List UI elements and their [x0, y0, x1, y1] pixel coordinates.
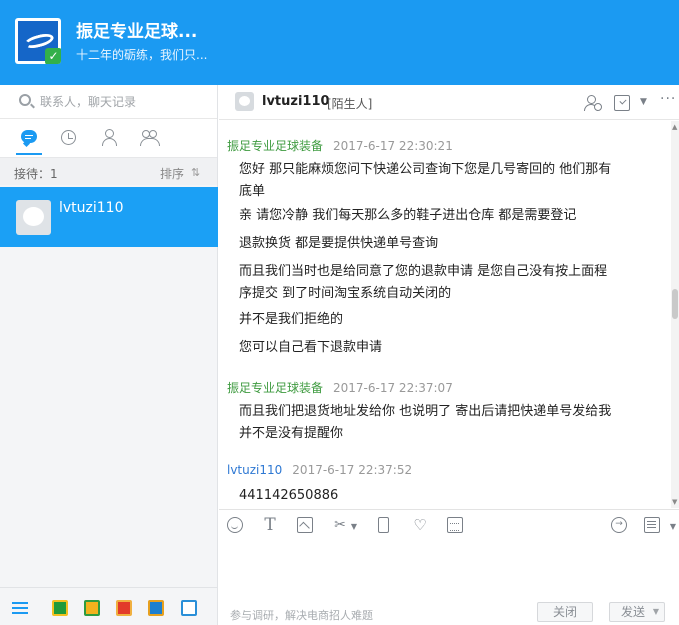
scroll-up-icon[interactable]: ▲	[672, 123, 677, 131]
chat-bubble-icon	[21, 130, 37, 143]
search-bar	[0, 85, 217, 119]
contact-item-selected[interactable]: lvtuzi110	[0, 187, 218, 247]
window-icon[interactable]	[181, 600, 197, 616]
window-header: ✓ 振足专业足球... 十二年的砺练，我们只...	[0, 0, 679, 85]
more-icon[interactable]: ···	[660, 91, 676, 107]
app-yellow-icon[interactable]	[84, 600, 100, 616]
scroll-down-icon[interactable]: ▼	[672, 498, 677, 506]
search-input[interactable]	[40, 92, 210, 112]
image-icon[interactable]	[297, 517, 313, 533]
screenshot-icon[interactable]: ✂	[332, 517, 348, 533]
tab-contacts[interactable]	[99, 127, 121, 149]
message-text: 并不是我们拒绝的	[239, 312, 344, 327]
message-scrollbar[interactable]: ▲ ▼	[671, 121, 679, 508]
tab-history[interactable]	[58, 127, 80, 149]
sort-button[interactable]: 排序	[160, 165, 184, 182]
send-label: 发送	[621, 605, 646, 619]
message-meta: lvtuzi110 2017-6-17 22:37:52	[227, 463, 412, 477]
shop-icon[interactable]	[116, 600, 132, 616]
avatar	[16, 200, 51, 235]
add-contact-icon[interactable]	[584, 95, 602, 111]
composer-toolbar: T ✂ ▼ ♡ → ▼	[219, 509, 679, 539]
queue-label: 接待：1	[14, 167, 58, 181]
message-input[interactable]	[219, 539, 679, 595]
calculator-icon[interactable]	[447, 517, 463, 533]
message-text: 而且我们把退货地址发给你 也说明了 寄出后请把快递单号发给我 并不是没有提醒你	[239, 404, 612, 441]
message-text: 亲 请您冷静 我们每天那么多的鞋子进出仓库 都是需要登记	[239, 208, 577, 223]
message-time: 2017-6-17 22:37:52	[292, 463, 413, 477]
shop-logo[interactable]: ✓	[15, 18, 61, 64]
shop-name[interactable]: 振足专业足球...	[76, 17, 197, 42]
survey-link[interactable]: 参与调研，解决电商招人难题	[230, 607, 373, 623]
shop-subtitle: 十二年的砺练，我们只...	[76, 48, 208, 62]
contact-name: lvtuzi110	[59, 200, 124, 216]
sort-icon[interactable]: ⇅	[191, 166, 200, 179]
message-list: 振足专业足球装备 2017-6-17 22:30:21 您好 那只能麻烦您问下快递…	[219, 121, 671, 508]
clock-icon	[61, 130, 76, 145]
peer-avatar	[235, 92, 254, 111]
message-time: 2017-6-17 22:37:07	[333, 381, 453, 395]
verified-check-icon: ✓	[45, 48, 61, 64]
search-icon	[19, 94, 31, 106]
chevron-down-icon[interactable]: ▼	[653, 603, 659, 621]
bottom-dock	[0, 587, 217, 625]
tab-groups[interactable]	[139, 127, 161, 149]
message-sender[interactable]: 振足专业足球装备	[227, 381, 323, 395]
tab-recent-chats[interactable]	[18, 127, 40, 149]
app-blue-icon[interactable]	[148, 600, 164, 616]
send-button[interactable]: 发送 ▼	[609, 602, 665, 622]
queue-header: 接待：1 排序 ⇅	[0, 157, 217, 185]
message-text: 而且我们当时也是给同意了您的退款申请 是您自己没有按上面程序提交 到了时间淘宝系…	[239, 264, 608, 301]
message-text: 退款换货 都是要提供快递单号查询	[239, 236, 439, 251]
peer-tag: [陌生人]	[327, 97, 373, 111]
menu-icon[interactable]	[12, 600, 28, 616]
chevron-down-icon[interactable]: ▼	[640, 97, 647, 107]
font-icon[interactable]: T	[262, 517, 278, 534]
scrollbar-thumb[interactable]	[672, 289, 678, 319]
transfer-icon[interactable]: →	[611, 517, 627, 533]
message-text: 441142650886	[239, 488, 339, 503]
app-green-icon[interactable]	[52, 600, 68, 616]
favorite-icon[interactable]: ♡	[412, 517, 428, 533]
emoji-icon[interactable]	[227, 517, 243, 533]
message-meta: 振足专业足球装备 2017-6-17 22:37:07	[227, 379, 453, 396]
composer-footer: 参与调研，解决电商招人难题 关闭 发送 ▼	[219, 595, 679, 625]
close-button[interactable]: 关闭	[537, 602, 593, 622]
message-text: 您可以自己看下退款申请	[239, 340, 383, 355]
left-panel: 接待：1 排序 ⇅ lvtuzi110	[0, 85, 218, 625]
edit-note-icon[interactable]	[614, 95, 630, 111]
message-meta: 振足专业足球装备 2017-6-17 22:30:21	[227, 137, 453, 154]
contact-tabs	[0, 119, 217, 157]
chevron-down-icon[interactable]: ▼	[349, 519, 359, 535]
chat-history-icon[interactable]	[644, 517, 660, 533]
message-time: 2017-6-17 22:30:21	[333, 139, 453, 153]
peer-name[interactable]: lvtuzi110	[262, 94, 330, 109]
chevron-down-icon[interactable]: ▼	[668, 519, 678, 535]
message-text: 您好 那只能麻烦您问下快递公司查询下您是几号寄回的 他们那有底单	[239, 162, 612, 199]
chat-header: lvtuzi110 [陌生人] ▼ ···	[219, 85, 679, 120]
active-tab-indicator	[16, 153, 42, 155]
shake-window-icon[interactable]	[378, 517, 389, 533]
message-sender[interactable]: lvtuzi110	[227, 463, 282, 477]
message-sender[interactable]: 振足专业足球装备	[227, 139, 323, 153]
